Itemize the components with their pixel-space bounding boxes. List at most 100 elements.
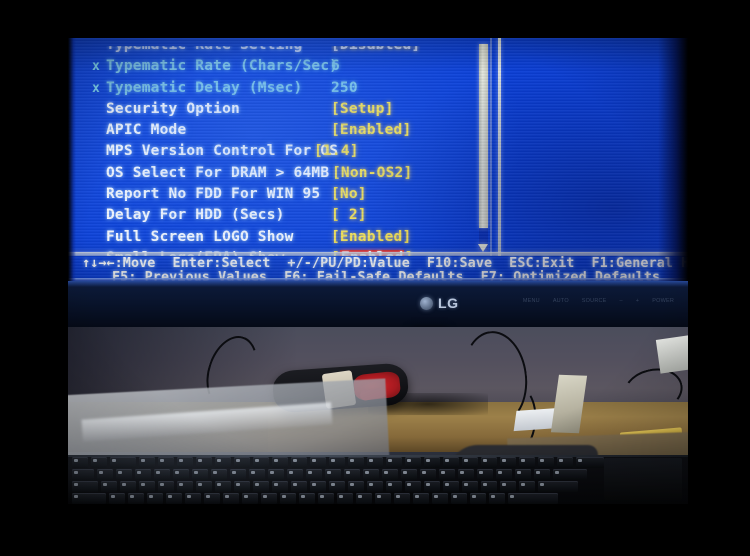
keyboard-key[interactable]: [462, 457, 478, 468]
bios-option-row[interactable]: MPS Version Control For OS [1.4]: [88, 141, 473, 162]
keyboard-key[interactable]: [147, 493, 163, 504]
keyboard-key[interactable]: [211, 469, 227, 480]
keyboard-key[interactable]: [318, 493, 334, 504]
keyboard-key[interactable]: [97, 469, 113, 480]
bios-option-row[interactable]: Delay For HDD (Secs) [ 2]: [88, 205, 473, 226]
keyboard-key[interactable]: [413, 493, 429, 504]
keyboard-key[interactable]: [329, 481, 345, 492]
keyboard-key[interactable]: [500, 457, 516, 468]
keyboard-key[interactable]: [128, 493, 144, 504]
keyboard-key[interactable]: [363, 469, 379, 480]
bios-scrollbar[interactable]: [478, 44, 488, 252]
keyboard-key[interactable]: [394, 493, 410, 504]
bezel-control-labels[interactable]: MENU AUTO SOURCE – + POWER: [523, 298, 674, 304]
keyboard-key[interactable]: [154, 469, 170, 480]
keyboard-key[interactable]: [367, 481, 383, 492]
scrollbar-thumb[interactable]: [479, 44, 488, 228]
keyboard-key[interactable]: [310, 481, 326, 492]
keyboard-key[interactable]: [306, 469, 322, 480]
keyboard-key[interactable]: [291, 481, 307, 492]
keyboard-key[interactable]: [185, 493, 201, 504]
keyboard-key[interactable]: [356, 493, 372, 504]
bios-option-row[interactable]: OS Select For DRAM > 64MB [Non-OS2]: [88, 163, 473, 184]
keyboard-key[interactable]: [291, 457, 307, 468]
keyboard-key[interactable]: [249, 469, 265, 480]
bios-option-row[interactable]: Security Option [Setup]: [88, 99, 473, 120]
keyboard-key[interactable]: [192, 469, 208, 480]
keyboard-key[interactable]: [443, 457, 459, 468]
keyboard-key[interactable]: [477, 469, 493, 480]
keyboard-key[interactable]: [496, 469, 512, 480]
keyboard-key[interactable]: [230, 469, 246, 480]
option-value[interactable]: [Disabled]: [331, 46, 420, 56]
keyboard-key[interactable]: [215, 481, 231, 492]
keyboard-key[interactable]: [386, 481, 402, 492]
keyboard-key[interactable]: [424, 481, 440, 492]
option-value[interactable]: [Enabled]: [331, 227, 411, 248]
bezel-control-button[interactable]: –: [620, 298, 623, 304]
keyboard-key[interactable]: [432, 493, 448, 504]
keyboard-key[interactable]: [329, 457, 345, 468]
keyboard-key[interactable]: [386, 457, 402, 468]
keyboard-key[interactable]: [481, 457, 497, 468]
bios-option-row[interactable]: Report No FDD For WIN 95 [No]: [88, 184, 473, 205]
keyboard-key[interactable]: [196, 457, 212, 468]
keyboard-key[interactable]: [375, 493, 391, 504]
bios-option-row[interactable]: Full Screen LOGO Show [Enabled]: [88, 227, 473, 248]
keyboard-key[interactable]: [405, 481, 421, 492]
keyboard-key[interactable]: [508, 493, 558, 504]
keyboard-key[interactable]: [337, 493, 353, 504]
keyboard-key[interactable]: [166, 493, 182, 504]
keyboard-key[interactable]: [234, 481, 250, 492]
option-value[interactable]: [ 2]: [331, 205, 367, 226]
keyboard-key[interactable]: [420, 469, 436, 480]
keyboard-key[interactable]: [72, 493, 106, 504]
scroll-down-arrow-icon[interactable]: [478, 244, 488, 252]
keyboard-key[interactable]: [439, 469, 455, 480]
keyboard-key[interactable]: [204, 493, 220, 504]
keyboard-key[interactable]: [139, 457, 155, 468]
bios-option-row[interactable]: x Typematic Rate (Chars/Sec) 6: [88, 56, 473, 77]
keyboard-key[interactable]: [348, 481, 364, 492]
keyboard-key[interactable]: [116, 469, 132, 480]
keyboard-key[interactable]: [173, 469, 189, 480]
option-value[interactable]: [Enabled]: [331, 120, 411, 141]
keyboard-key[interactable]: [401, 469, 417, 480]
keyboard-key[interactable]: [458, 469, 474, 480]
keyboard-key[interactable]: [515, 469, 531, 480]
keyboard-key[interactable]: [348, 457, 364, 468]
keyboard-key[interactable]: [489, 493, 505, 504]
keyboard-key[interactable]: [110, 457, 136, 468]
keyboard-row[interactable]: [68, 457, 688, 469]
keyboard-key[interactable]: [443, 481, 459, 492]
bios-option-row[interactable]: x Typematic Delay (Msec) 250: [88, 78, 473, 99]
bezel-control-button[interactable]: MENU: [523, 298, 540, 304]
keyboard-key[interactable]: [553, 469, 587, 480]
keyboard-key[interactable]: [101, 481, 117, 492]
keyboard-key[interactable]: [576, 457, 604, 468]
keyboard-key[interactable]: [538, 481, 578, 492]
keyboard-key[interactable]: [424, 457, 440, 468]
keyboard[interactable]: [68, 455, 688, 504]
keyboard-key[interactable]: [344, 469, 360, 480]
keyboard-key[interactable]: [177, 457, 193, 468]
bios-option-row[interactable]: APIC Mode [Enabled]: [88, 120, 473, 141]
keyboard-key[interactable]: [382, 469, 398, 480]
keyboard-key[interactable]: [481, 481, 497, 492]
keyboard-key[interactable]: [325, 469, 341, 480]
option-value[interactable]: [Setup]: [331, 99, 394, 120]
keyboard-key[interactable]: [534, 469, 550, 480]
keyboard-key[interactable]: [462, 481, 478, 492]
keyboard-key[interactable]: [261, 493, 277, 504]
bezel-control-button[interactable]: SOURCE: [582, 298, 607, 304]
option-value[interactable]: [Non-OS2]: [332, 163, 412, 184]
bezel-control-button[interactable]: AUTO: [553, 298, 569, 304]
keyboard-key[interactable]: [139, 481, 155, 492]
keyboard-key[interactable]: [215, 457, 231, 468]
keyboard-key[interactable]: [223, 493, 239, 504]
keyboard-key[interactable]: [234, 457, 250, 468]
keyboard-row[interactable]: [68, 493, 688, 504]
option-value[interactable]: [No]: [331, 184, 367, 205]
keyboard-key[interactable]: [519, 457, 535, 468]
keyboard-key[interactable]: [72, 469, 94, 480]
